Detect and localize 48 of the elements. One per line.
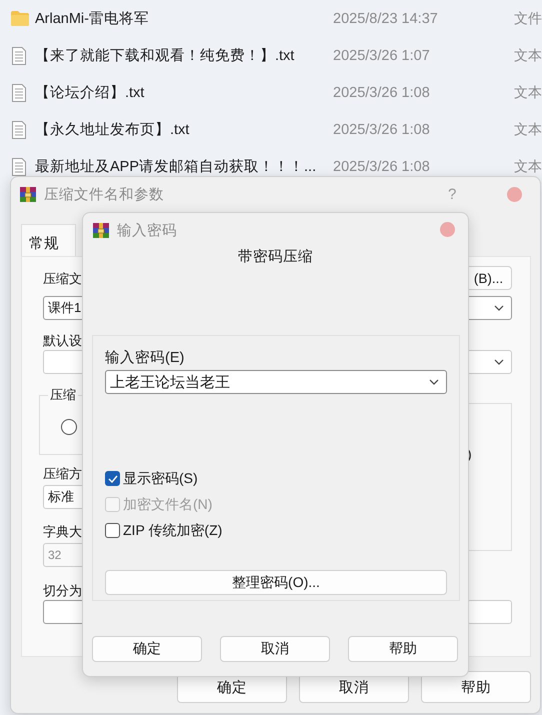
close-button[interactable]: [440, 222, 455, 237]
field-label: 默认设: [43, 332, 82, 350]
checkbox-label: ZIP 传统加密(Z): [123, 522, 222, 540]
field-label: 切分为: [43, 582, 82, 600]
tab[interactable]: 常规: [21, 224, 76, 256]
file-name[interactable]: ArlanMi-雷电将军: [35, 9, 149, 28]
document-icon: [12, 120, 26, 138]
file-date: 2025/3/26 1:08: [333, 84, 430, 100]
field-label: 字典大: [43, 523, 82, 541]
file-name[interactable]: 【来了就能下载和观看！纯免费！】.txt: [35, 46, 294, 65]
file-name[interactable]: 【永久地址发布页】.txt: [35, 120, 190, 139]
dialog-button[interactable]: 取消: [220, 636, 330, 662]
dialog-button[interactable]: 帮助: [348, 636, 458, 662]
file-type: 文本: [514, 84, 542, 102]
field-label: 压缩方: [43, 465, 82, 483]
dialog-button[interactable]: 确定: [92, 636, 202, 662]
window-title: 压缩文件名和参数: [44, 186, 164, 204]
folder-icon: [11, 11, 29, 26]
field-label: 输入密码(E): [105, 348, 184, 368]
checkbox-label: 显示密码(S): [123, 470, 198, 488]
close-button[interactable]: [507, 187, 522, 202]
field-label: 压缩文: [43, 270, 82, 288]
file-name[interactable]: 最新地址及APP请发邮箱自动获取！！！...: [35, 157, 316, 176]
document-icon: [12, 46, 26, 64]
organize-button[interactable]: 整理密码(O)...: [105, 570, 447, 595]
radio-button[interactable]: [61, 419, 77, 435]
dialog-heading: 带密码压缩: [237, 248, 314, 267]
file-date: 2025/3/26 1:08: [333, 122, 430, 138]
password-combo[interactable]: 上老王论坛当老王: [105, 370, 447, 394]
archive-books-icon: [19, 186, 37, 202]
file-type: 文本: [514, 46, 542, 64]
document-icon: [12, 158, 26, 176]
file-type: 文本: [514, 158, 542, 176]
checkbox[interactable]: [105, 523, 120, 538]
file-date: 2025/8/23 14:37: [333, 10, 438, 26]
checkbox[interactable]: [105, 471, 120, 486]
file-type: 文件: [514, 10, 542, 28]
file-date: 2025/3/26 1:07: [333, 48, 430, 64]
dialog-button[interactable]: 帮助: [421, 671, 531, 703]
archive-books-icon: [92, 222, 110, 238]
file-name[interactable]: 【论坛介绍】.txt: [35, 83, 144, 102]
document-icon: [12, 84, 26, 102]
file-date: 2025/3/26 1:08: [333, 158, 430, 174]
split-combo[interactable]: [467, 600, 512, 624]
checkbox-label: 加密文件名(N): [123, 496, 212, 514]
check-icon: [108, 474, 118, 482]
window-title: 输入密码: [117, 222, 177, 240]
file-type: 文本: [514, 120, 542, 138]
